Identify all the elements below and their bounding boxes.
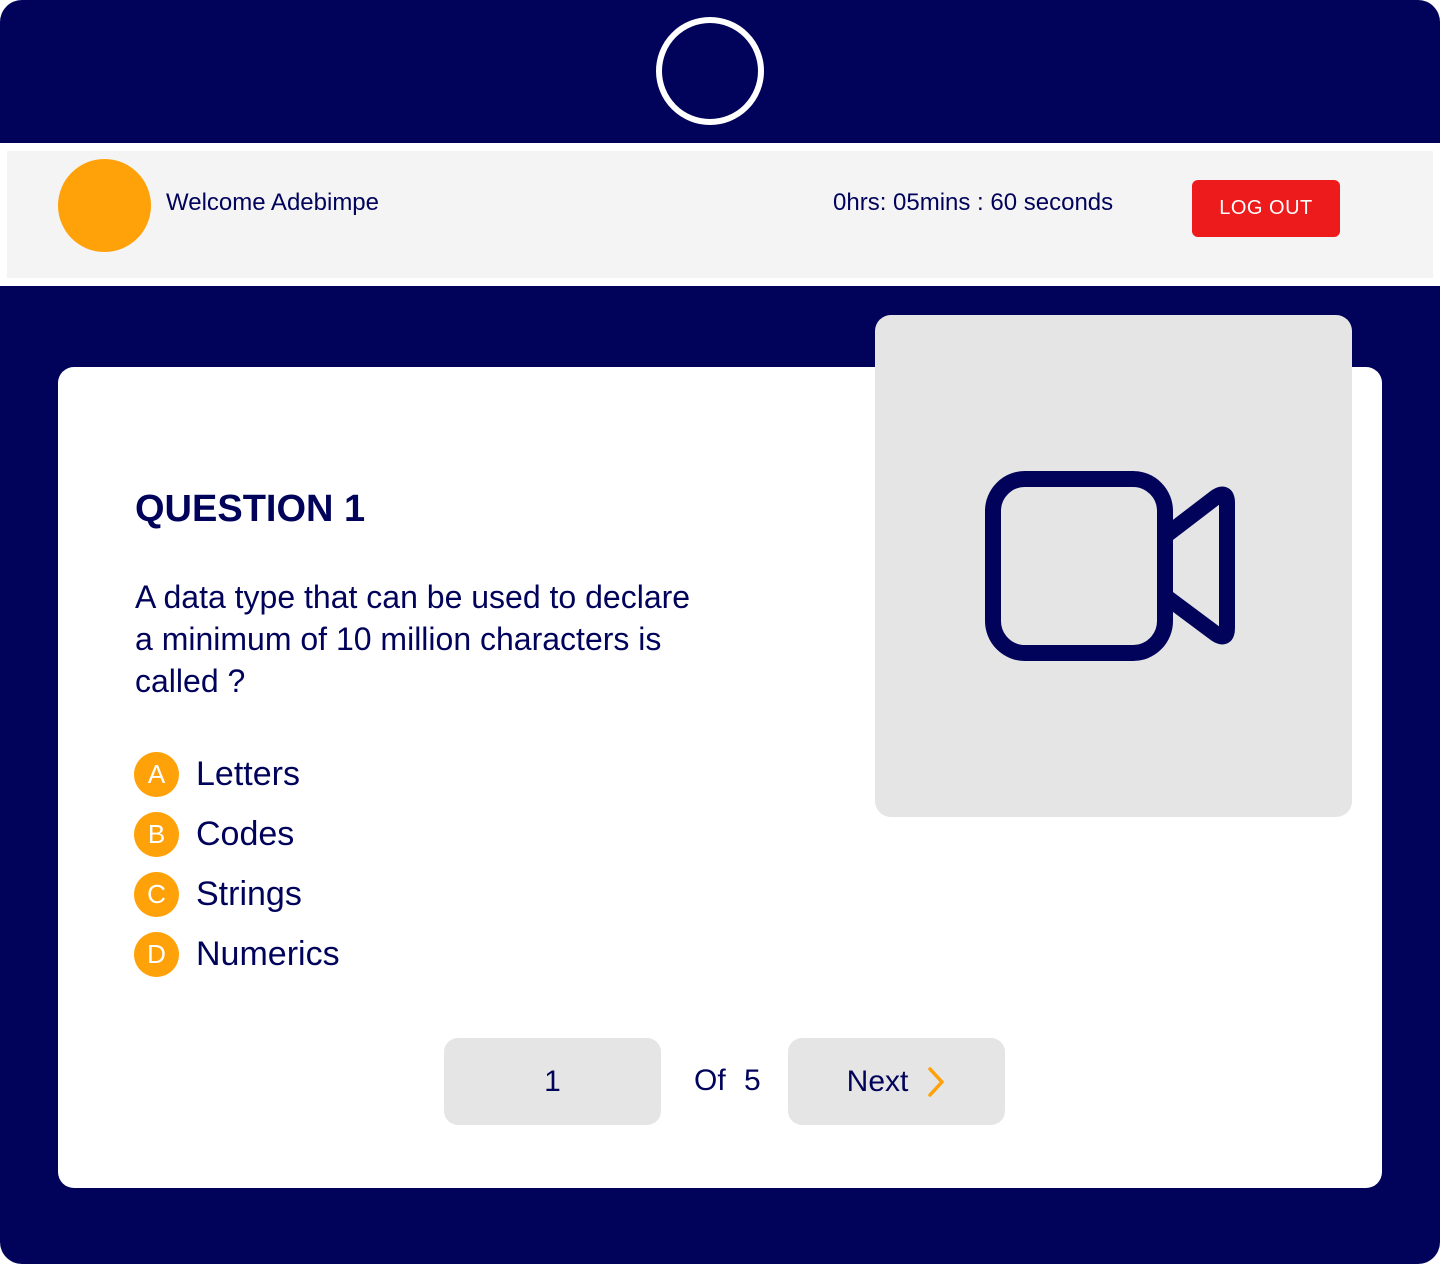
option-letter-badge: B xyxy=(134,811,179,857)
chevron-right-icon xyxy=(928,1066,945,1097)
video-panel[interactable] xyxy=(875,315,1352,817)
ring-logo-icon xyxy=(656,17,764,125)
question-text: A data type that can be used to declare … xyxy=(135,579,691,699)
option-letter-badge: A xyxy=(134,751,179,797)
option-label: Numerics xyxy=(196,934,340,973)
option-letter-badge: C xyxy=(134,871,179,917)
page-of-label: Of xyxy=(694,1064,726,1097)
option-a[interactable]: A Letters xyxy=(134,744,340,804)
avatar[interactable] xyxy=(58,159,151,252)
option-label: Strings xyxy=(196,874,302,913)
current-page-field[interactable]: 1 xyxy=(444,1038,661,1125)
header-bar: Welcome Adebimpe 0hrs: 05mins : 60 secon… xyxy=(7,151,1433,278)
option-label: Letters xyxy=(196,754,300,793)
option-letter-badge: D xyxy=(134,931,179,977)
option-b[interactable]: B Codes xyxy=(134,804,340,864)
question-title: QUESTION 1 xyxy=(135,488,366,530)
page-total: 5 xyxy=(744,1064,761,1097)
video-camera-icon xyxy=(985,471,1235,661)
app-frame: Welcome Adebimpe 0hrs: 05mins : 60 secon… xyxy=(0,0,1440,1264)
logout-button[interactable]: LOG OUT xyxy=(1192,180,1340,237)
answer-options: A Letters B Codes C Strings D Numerics xyxy=(134,744,340,984)
option-label: Codes xyxy=(196,814,295,853)
next-button[interactable]: Next xyxy=(788,1038,1005,1125)
option-d[interactable]: D Numerics xyxy=(134,924,340,984)
countdown-timer: 0hrs: 05mins : 60 seconds xyxy=(833,189,1114,216)
option-c[interactable]: C Strings xyxy=(134,864,340,924)
welcome-text: Welcome Adebimpe xyxy=(166,189,379,216)
next-label: Next xyxy=(846,1064,909,1098)
